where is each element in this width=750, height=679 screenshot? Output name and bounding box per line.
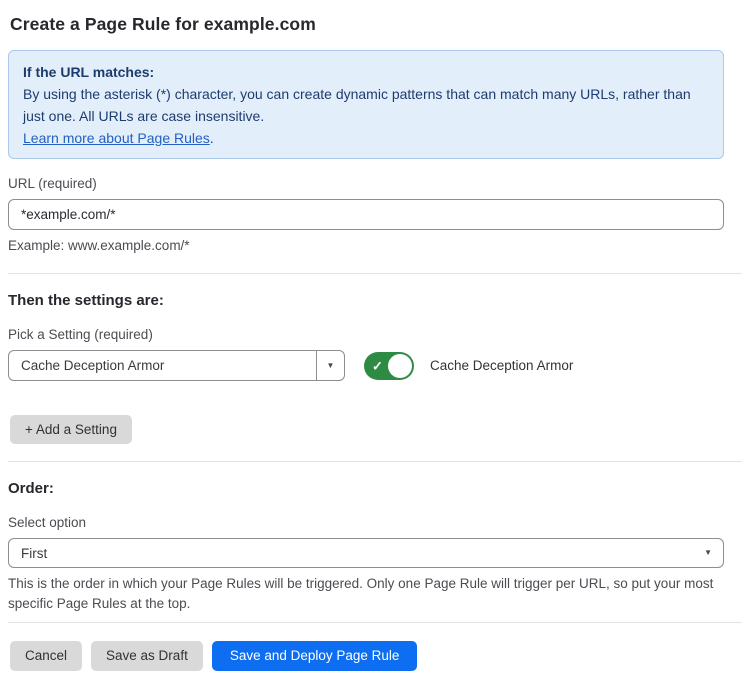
url-field-label: URL (required) [8, 176, 724, 192]
chevron-down-icon: ▼ [327, 362, 335, 370]
chevron-down-icon: ▼ [704, 549, 712, 557]
check-icon: ✓ [372, 359, 383, 372]
info-box-heading: If the URL matches: [23, 61, 709, 83]
footer-actions: Cancel Save as Draft Save and Deploy Pag… [10, 641, 750, 671]
setting-select-arrow-button[interactable]: ▼ [316, 351, 344, 380]
order-section-heading: Order: [8, 480, 742, 498]
url-match-info-box: If the URL matches: By using the asteris… [8, 50, 724, 159]
settings-section-heading: Then the settings are: [8, 292, 742, 310]
info-box-link-line: Learn more about Page Rules. [23, 127, 709, 149]
setting-select[interactable]: Cache Deception Armor ▼ [8, 350, 345, 381]
order-select[interactable]: First ▼ [8, 538, 724, 568]
create-page-rule-form: Create a Page Rule for example.com If th… [0, 0, 750, 679]
divider [8, 273, 742, 274]
cancel-button[interactable]: Cancel [10, 641, 82, 671]
link-suffix-period: . [210, 130, 214, 146]
order-select-label: Select option [8, 515, 724, 531]
info-box-body: By using the asterisk (*) character, you… [23, 83, 709, 127]
save-and-deploy-button[interactable]: Save and Deploy Page Rule [212, 641, 418, 671]
divider [8, 461, 742, 462]
order-helper-text: This is the order in which your Page Rul… [8, 574, 724, 614]
url-input[interactable] [8, 199, 724, 230]
url-example-helper: Example: www.example.com/* [8, 236, 724, 256]
page-title: Create a Page Rule for example.com [0, 0, 750, 37]
learn-more-link[interactable]: Learn more about Page Rules [23, 130, 210, 146]
pick-setting-label: Pick a Setting (required) [8, 327, 724, 343]
add-setting-button[interactable]: + Add a Setting [10, 415, 132, 444]
save-as-draft-button[interactable]: Save as Draft [91, 641, 203, 671]
setting-row: Cache Deception Armor ▼ ✓ Cache Deceptio… [8, 350, 724, 381]
divider [8, 622, 742, 623]
order-select-value: First [9, 546, 47, 561]
toggle-knob [388, 354, 412, 378]
setting-select-value: Cache Deception Armor [9, 358, 164, 373]
toggle-setting-label: Cache Deception Armor [430, 358, 573, 373]
cache-deception-armor-toggle[interactable]: ✓ [364, 352, 414, 380]
